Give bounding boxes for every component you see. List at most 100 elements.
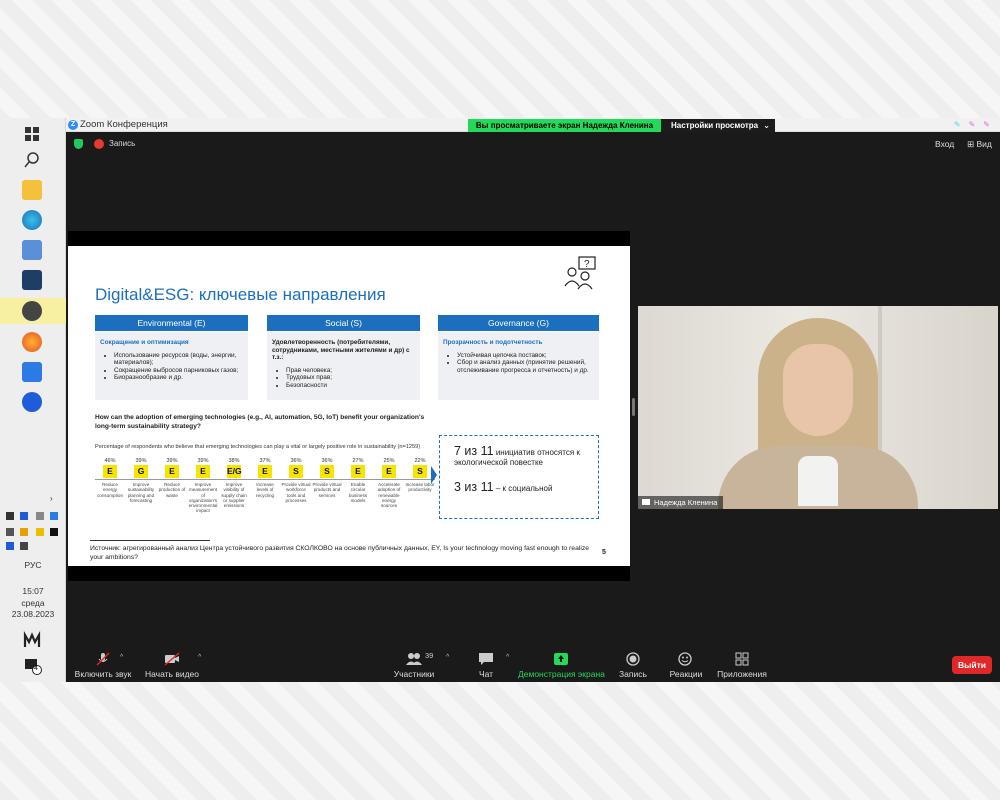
list-item: Биоразнообразие и др. [114, 374, 243, 382]
chat-options-caret-icon[interactable]: ^ [506, 654, 509, 661]
audio-options-caret-icon[interactable]: ^ [120, 654, 123, 661]
stat-2-text: – к социальной [495, 484, 553, 493]
chat-button[interactable]: Чат [474, 652, 498, 679]
list-item: Сокращение выбросов парниковых газов; [114, 367, 243, 375]
bar-tag: S [289, 465, 303, 478]
participant-name-tag: Надежда Кленина [638, 496, 724, 509]
bar-category-label: Increase levels of recycling [255, 482, 275, 498]
share-screen-button[interactable]: Демонстрация экрана [518, 652, 605, 679]
view-options-dropdown[interactable]: Настройки просмотра ⌄ [661, 119, 775, 132]
participants-options-caret-icon[interactable]: ^ [446, 654, 449, 661]
bar-item: 36% S Provide virtual products and service… [312, 458, 342, 498]
windows-start-icon[interactable] [22, 124, 42, 144]
microphone-muted-icon [96, 652, 110, 666]
bar-category-label: Provide virtual products and services [312, 482, 342, 498]
list-item: Устойчивая цепочка поставок; [457, 352, 594, 360]
participant-face [783, 344, 853, 436]
shared-screen: Digital&ESG: ключевые направления ? Envi… [68, 231, 630, 581]
participants-label: Участники [393, 669, 435, 679]
participants-count: 39 [425, 651, 434, 660]
enter-button[interactable]: Вход [935, 139, 954, 149]
reactions-button[interactable]: Реакции [666, 652, 706, 679]
stat-1-number: 7 из 11 [454, 444, 494, 458]
pen-magenta-icon[interactable]: ✎ [983, 120, 990, 129]
notifications-icon[interactable]: 4 [22, 656, 42, 676]
clock-time[interactable]: 15:07 [0, 586, 66, 597]
participant-name: Надежда Кленина [654, 498, 718, 507]
bar-value-label: 46% [104, 458, 116, 464]
security-app-icon[interactable] [22, 240, 42, 260]
bar-item: 38% E/G Improve visibility of supply chain… [219, 458, 249, 508]
record-label: Запись [619, 669, 647, 679]
recording-label[interactable]: Запись [109, 139, 135, 148]
record-icon [626, 652, 640, 666]
bar-value-label: 25% [383, 458, 395, 464]
clock-day: среда [21, 598, 45, 608]
column-subhead: Удовлетворенность (потребителями, сотруд… [272, 339, 410, 361]
chart-caption: Percentage of respondents who believe th… [95, 444, 421, 450]
bar-item: 36% S Provide virtual workforce tools and … [281, 458, 311, 503]
window-title: Zoom Конференция [80, 119, 168, 130]
bar-value-label: 37% [259, 458, 271, 464]
zoom-window: Z Zoom Конференция Вы просматриваете экр… [66, 118, 1000, 682]
bar-value-label: 27% [352, 458, 364, 464]
edge-browser-icon[interactable] [22, 210, 42, 230]
bar-tag: S [413, 465, 427, 478]
bar-item: 37% E Increase levels of recycling [250, 458, 280, 498]
record-button[interactable]: Запись [618, 652, 648, 679]
split-view-handle[interactable] [632, 398, 635, 416]
bar-value-label: 22% [414, 458, 426, 464]
participant-video[interactable]: Надежда Кленина [638, 306, 998, 509]
media-app-icon[interactable] [22, 270, 42, 290]
participants-icon [406, 653, 422, 665]
zoom-app-icon[interactable] [22, 392, 42, 412]
search-icon[interactable] [22, 150, 42, 170]
encryption-shield-icon[interactable] [74, 139, 83, 149]
recording-icon [94, 139, 104, 149]
language-indicator[interactable]: РУС [0, 560, 66, 571]
app-logo-icon[interactable] [22, 630, 42, 651]
windows-taskbar: › РУС 15:07 среда 23.08.2023 4 [0, 118, 66, 682]
view-button[interactable]: ⊞ Вид [967, 139, 992, 150]
chevron-down-icon: ⌄ [763, 121, 770, 130]
bar-tag: E/G [227, 465, 242, 478]
list-item: Использование ресурсов (воды, энергии, м… [114, 352, 243, 367]
pen-cyan-icon[interactable]: ✎ [954, 120, 961, 129]
bar-tag: E [351, 465, 365, 478]
bar-tag: E [258, 465, 272, 478]
bar-value-label: 39% [197, 458, 209, 464]
bar-item: 27% E Enable circular business models [343, 458, 373, 503]
source-note: Источник: агрегированный анализ Центра у… [90, 545, 590, 561]
leave-button[interactable]: Выйти [952, 656, 992, 674]
meeting-toolbar: Включить звук ^ Начать видео ^ Участники… [66, 648, 1000, 682]
bar-value-label: 36% [321, 458, 333, 464]
show-hidden-icons-chevron-icon[interactable]: › [50, 494, 53, 503]
bar-item: 46% E Reduce energy consumption [95, 458, 125, 498]
column-header-governance: Governance (G) [438, 315, 599, 331]
speaker-app-icon[interactable] [22, 301, 42, 321]
video-options-caret-icon[interactable]: ^ [198, 654, 201, 661]
column-subhead: Прозрачность и подотчетность [443, 339, 543, 346]
file-explorer-icon[interactable] [22, 180, 42, 200]
system-tray-icons[interactable] [4, 510, 62, 550]
column-header-social: Social (S) [267, 315, 420, 331]
bar-tag: E [103, 465, 117, 478]
svg-text:?: ? [584, 259, 590, 270]
stat-box: 7 из 11 инициатив относятся к экологичес… [439, 435, 599, 519]
annotation-tools[interactable]: ✎ ✎ ✎ [946, 120, 990, 129]
apps-button[interactable]: Приложения [714, 652, 770, 679]
slide-page-number: 5 [602, 549, 606, 556]
bar-category-label: Enable circular business models [348, 482, 368, 503]
slide-title: Digital&ESG: ключевые направления [95, 285, 386, 304]
bar-item: 39% E Improve measurement of organization'… [188, 458, 218, 514]
unmute-button[interactable]: Включить звук [72, 652, 134, 679]
apps-icon [735, 652, 749, 666]
start-video-button[interactable]: Начать видео [142, 652, 202, 679]
column-box-governance: Прозрачность и подотчетность Устойчивая … [438, 332, 599, 400]
word-app-icon[interactable] [22, 362, 42, 382]
pen-pink-icon[interactable]: ✎ [969, 120, 976, 129]
firefox-icon[interactable] [22, 332, 42, 352]
column-box-social: Удовлетворенность (потребителями, сотруд… [267, 332, 420, 400]
bar-tag: S [320, 465, 334, 478]
bar-chart: 46% E Reduce energy consumption 39% G Improve… [95, 458, 435, 538]
